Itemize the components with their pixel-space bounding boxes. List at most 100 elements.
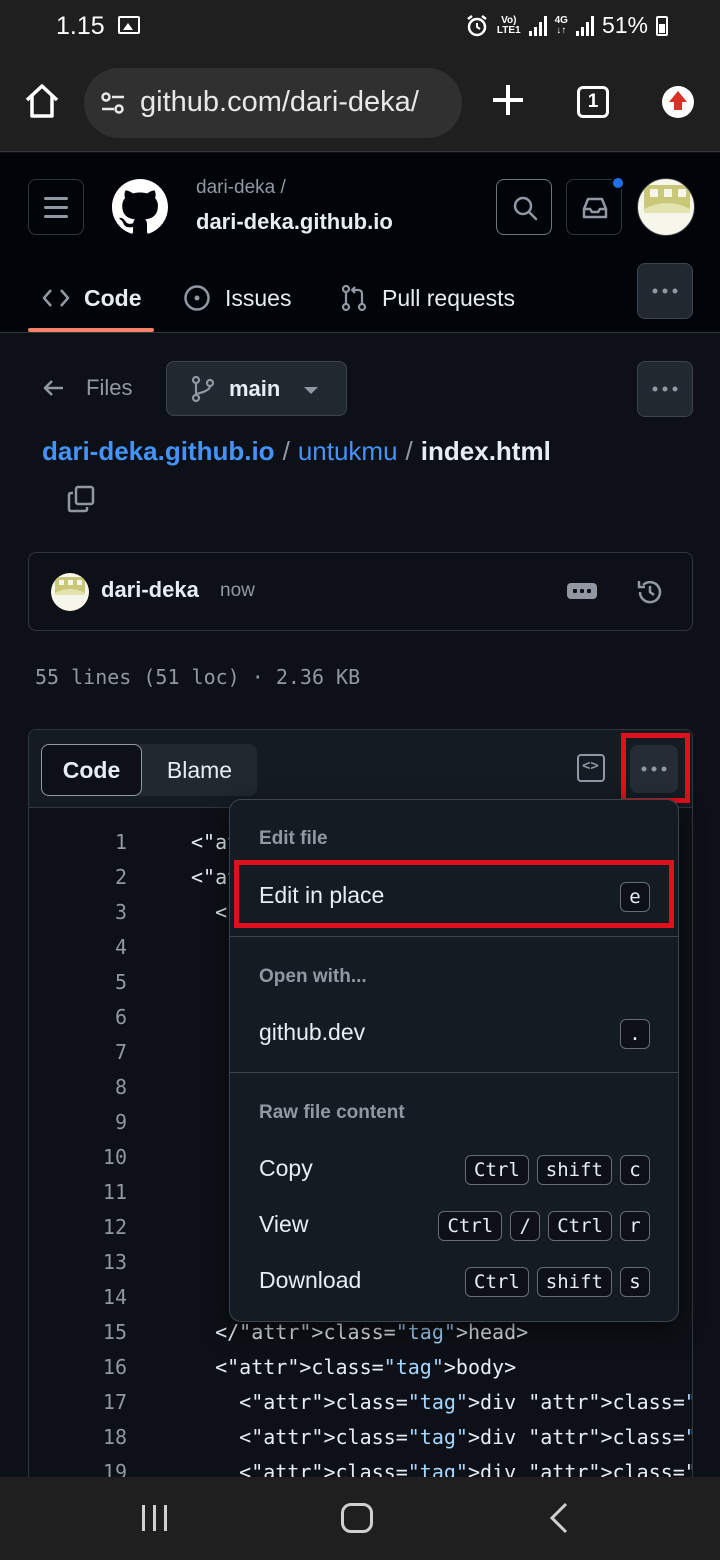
- github-header: dari-deka / dari-deka.github.io Code Iss…: [0, 153, 720, 333]
- line-content: <: [191, 900, 228, 924]
- line-number[interactable]: 18: [29, 1420, 127, 1455]
- site-settings-icon[interactable]: [100, 92, 126, 114]
- code-line: 18 <"attr">class="tag">div "attr">class=…: [29, 1420, 692, 1455]
- tab-pull-requests[interactable]: Pull requests: [340, 263, 515, 333]
- line-number[interactable]: 15: [29, 1315, 127, 1350]
- breadcrumb-separator: /: [405, 436, 413, 466]
- line-number[interactable]: 6: [29, 1000, 127, 1035]
- line-content: <"attr">class="tag">div "attr">class="pr…: [191, 1390, 692, 1414]
- line-number[interactable]: 12: [29, 1210, 127, 1245]
- menu-button[interactable]: [28, 179, 84, 235]
- line-number[interactable]: 5: [29, 965, 127, 1000]
- repo-nav-more-button[interactable]: [637, 263, 693, 319]
- arrow-left-icon: [43, 380, 63, 396]
- search-button[interactable]: [496, 179, 552, 235]
- line-number[interactable]: 3: [29, 895, 127, 930]
- files-back-button[interactable]: Files: [42, 375, 132, 401]
- gallery-notification-icon: [118, 16, 140, 34]
- line-number[interactable]: 10: [29, 1140, 127, 1175]
- line-number[interactable]: 1: [29, 825, 127, 860]
- menu-item-github-dev[interactable]: github.dev: [259, 1019, 365, 1046]
- line-number[interactable]: 17: [29, 1385, 127, 1420]
- view-toggle: Code Blame: [41, 744, 257, 796]
- kbd-key: /: [510, 1211, 541, 1241]
- tab-code-label: Code: [84, 284, 142, 311]
- network-4g-indicator: 4G ↓↑: [554, 14, 568, 36]
- line-number[interactable]: 2: [29, 860, 127, 895]
- history-icon[interactable]: [635, 577, 665, 607]
- active-tab-underline: [28, 328, 154, 332]
- file-actions-menu: Edit file Edit in place e Open with... g…: [229, 799, 679, 1322]
- tab-code[interactable]: Code: [42, 263, 142, 333]
- menu-item-download[interactable]: Download: [259, 1267, 361, 1294]
- notification-dot: [611, 176, 625, 190]
- repo-nav: Code Issues Pull requests: [0, 263, 720, 333]
- code-toolbar: Code Blame <>: [29, 730, 692, 808]
- chevron-down-icon: [304, 387, 318, 394]
- code-view-button[interactable]: Code: [41, 744, 142, 796]
- repo-name-link[interactable]: dari-deka.github.io: [196, 209, 393, 235]
- line-number[interactable]: 16: [29, 1350, 127, 1385]
- home-icon[interactable]: [22, 82, 62, 120]
- repo-owner-link[interactable]: dari-deka /: [196, 177, 286, 199]
- signal-icon-2: [575, 15, 594, 36]
- line-number[interactable]: 11: [29, 1175, 127, 1210]
- line-number[interactable]: 7: [29, 1035, 127, 1070]
- commit-author-avatar[interactable]: [51, 573, 89, 611]
- tab-issues[interactable]: Issues: [183, 263, 291, 333]
- blame-view-button[interactable]: Blame: [142, 744, 257, 796]
- search-icon: [513, 196, 538, 221]
- tab-switcher-button[interactable]: 1: [577, 86, 609, 118]
- copy-icon[interactable]: [66, 484, 96, 514]
- alarm-icon: [467, 14, 487, 36]
- battery-icon: [656, 15, 668, 36]
- symbols-button[interactable]: <>: [577, 754, 605, 782]
- kbd-key: r: [620, 1211, 650, 1241]
- menu-group-open-with: Open with...: [259, 966, 367, 987]
- kebab-icon: [652, 288, 678, 294]
- github-logo-icon[interactable]: [112, 179, 168, 235]
- update-icon[interactable]: [662, 86, 694, 118]
- address-bar[interactable]: github.com/dari-deka/: [84, 68, 462, 138]
- battery-percent: 51%: [601, 12, 648, 38]
- copy-shortcut: Ctrl shift c: [465, 1155, 650, 1185]
- tab-pull-requests-label: Pull requests: [382, 284, 515, 311]
- commit-author[interactable]: dari-deka: [101, 577, 199, 603]
- branch-name: main: [229, 375, 281, 401]
- latest-commit-box: dari-deka now: [28, 552, 693, 631]
- new-tab-icon[interactable]: [490, 82, 526, 118]
- line-number[interactable]: 8: [29, 1070, 127, 1105]
- download-shortcut: Ctrl shift s: [465, 1267, 650, 1297]
- menu-divider: [230, 1072, 678, 1073]
- line-number[interactable]: 4: [29, 930, 127, 965]
- file-more-options-button[interactable]: [637, 361, 693, 417]
- kebab-icon: [652, 386, 678, 392]
- menu-item-copy[interactable]: Copy: [259, 1155, 313, 1182]
- kbd-key: shift: [536, 1267, 612, 1297]
- url-text[interactable]: github.com/dari-deka/: [140, 86, 452, 119]
- breadcrumb: dari-deka.github.io / untukmu / index.html: [42, 436, 551, 467]
- menu-item-view[interactable]: View: [259, 1211, 308, 1238]
- branch-selector[interactable]: main: [166, 361, 347, 416]
- line-number[interactable]: 13: [29, 1245, 127, 1280]
- files-label: Files: [86, 375, 133, 400]
- commit-message-toggle[interactable]: [567, 583, 597, 599]
- code-line: 16 <"attr">class="tag">body>: [29, 1350, 692, 1385]
- menu-divider: [230, 936, 678, 937]
- code-square-icon: <>: [582, 758, 599, 774]
- status-icons: Vo) LTE1 4G ↓↑ 51%: [465, 12, 668, 39]
- highlight-frame-edit-in-place: [234, 860, 674, 928]
- user-avatar[interactable]: [637, 178, 695, 236]
- recents-icon[interactable]: [142, 1505, 167, 1531]
- line-number[interactable]: 14: [29, 1280, 127, 1315]
- system-navigation-bar: [0, 1477, 720, 1560]
- code-line: 17 <"attr">class="tag">div "attr">class=…: [29, 1385, 692, 1420]
- back-icon[interactable]: [548, 1501, 570, 1535]
- browser-toolbar: github.com/dari-deka/ 1: [0, 54, 720, 152]
- code-icon: [42, 289, 70, 307]
- tab-issues-label: Issues: [225, 284, 292, 311]
- line-number[interactable]: 9: [29, 1105, 127, 1140]
- breadcrumb-repo-link[interactable]: dari-deka.github.io: [42, 436, 275, 466]
- breadcrumb-dir-link[interactable]: untukmu: [298, 436, 398, 466]
- home-circle-icon[interactable]: [341, 1503, 373, 1533]
